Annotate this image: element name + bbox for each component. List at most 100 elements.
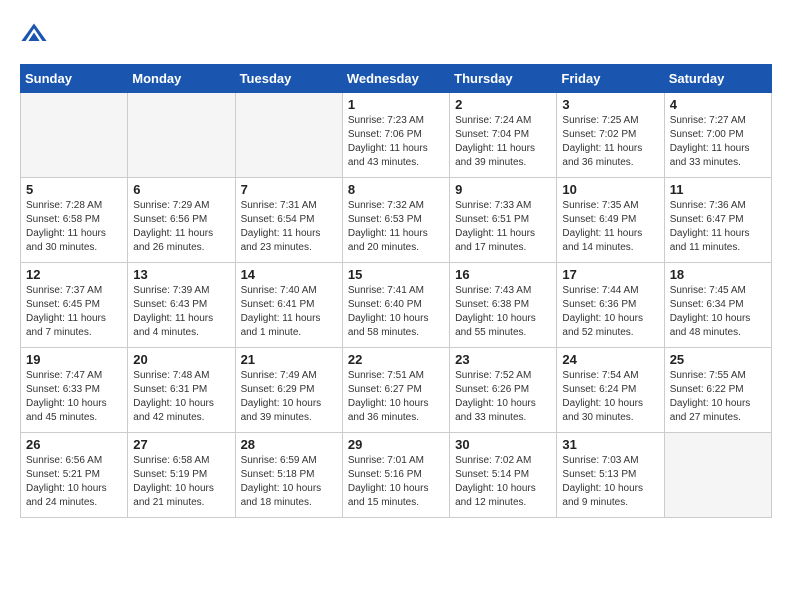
day-number: 14 [241,267,337,282]
calendar-header-thursday: Thursday [450,65,557,93]
calendar-cell: 23 Sunrise: 7:52 AMSunset: 6:26 PMDayligh… [450,348,557,433]
calendar-cell: 16 Sunrise: 7:43 AMSunset: 6:38 PMDayligh… [450,263,557,348]
day-number: 17 [562,267,658,282]
calendar-table: SundayMondayTuesdayWednesdayThursdayFrid… [20,64,772,518]
cell-info: Sunrise: 7:03 AMSunset: 5:13 PMDaylight:… [562,454,658,510]
day-number: 11 [670,182,766,197]
cell-info: Sunrise: 6:59 AMSunset: 5:18 PMDaylight:… [241,454,337,510]
calendar-cell: 27Sunrise: 6:58 AMSunset: 5:19 PMDayligh… [128,433,235,518]
day-number: 5 [26,182,122,197]
cell-info: Sunrise: 7:47 AMSunset: 6:33 PMDaylight:… [26,369,122,425]
calendar-cell: 7Sunrise: 7:31 AMSunset: 6:54 PMDaylight… [235,178,342,263]
cell-info: Sunrise: 7:52 AMSunset: 6:26 PMDaylight:… [455,369,551,425]
day-number: 26 [26,437,122,452]
day-number: 12 [26,267,122,282]
cell-info: Sunrise: 7:02 AMSunset: 5:14 PMDaylight:… [455,454,551,510]
cell-info: Sunrise: 7:37 AMSunset: 6:45 PMDaylight:… [26,284,122,340]
day-number: 29 [348,437,444,452]
day-number: 23 [455,352,551,367]
calendar-cell: 21 Sunrise: 7:49 AMSunset: 6:29 PMDayligh… [235,348,342,433]
logo [20,20,52,48]
calendar-cell: 25Sunrise: 7:55 AMSunset: 6:22 PMDayligh… [664,348,771,433]
calendar-header-saturday: Saturday [664,65,771,93]
page-header [20,20,772,48]
week-row-1: 5 Sunrise: 7:28 AMSunset: 6:58 PMDaylight… [21,178,772,263]
day-number: 2 [455,97,551,112]
calendar-cell: 2 Sunrise: 7:24 AMSunset: 7:04 PMDaylight… [450,93,557,178]
calendar-cell: 13Sunrise: 7:39 AMSunset: 6:43 PMDayligh… [128,263,235,348]
cell-info: Sunrise: 7:32 AMSunset: 6:53 PMDaylight:… [348,199,444,255]
calendar-cell: 8 Sunrise: 7:32 AMSunset: 6:53 PMDaylight… [342,178,449,263]
calendar-cell: 24Sunrise: 7:54 AMSunset: 6:24 PMDayligh… [557,348,664,433]
calendar-cell: 19 Sunrise: 7:47 AMSunset: 6:33 PMDayligh… [21,348,128,433]
calendar-cell: 4 Sunrise: 7:27 AMSunset: 7:00 PMDaylight… [664,93,771,178]
cell-info: Sunrise: 7:23 AMSunset: 7:06 PMDaylight:… [348,114,444,170]
week-row-0: 1 Sunrise: 7:23 AMSunset: 7:06 PMDaylight… [21,93,772,178]
cell-info: Sunrise: 7:01 AMSunset: 5:16 PMDaylight:… [348,454,444,510]
calendar-cell: 18 Sunrise: 7:45 AMSunset: 6:34 PMDayligh… [664,263,771,348]
cell-info: Sunrise: 7:41 AMSunset: 6:40 PMDaylight:… [348,284,444,340]
day-number: 24 [562,352,658,367]
calendar-cell: 11 Sunrise: 7:36 AMSunset: 6:47 PMDayligh… [664,178,771,263]
day-number: 30 [455,437,551,452]
day-number: 27 [133,437,229,452]
calendar-cell: 26 Sunrise: 6:56 AMSunset: 5:21 PMDayligh… [21,433,128,518]
cell-info: Sunrise: 7:28 AMSunset: 6:58 PMDaylight:… [26,199,122,255]
day-number: 21 [241,352,337,367]
cell-info: Sunrise: 7:27 AMSunset: 7:00 PMDaylight:… [670,114,766,170]
calendar-cell [664,433,771,518]
calendar-cell: 3Sunrise: 7:25 AMSunset: 7:02 PMDaylight… [557,93,664,178]
cell-info: Sunrise: 7:51 AMSunset: 6:27 PMDaylight:… [348,369,444,425]
calendar-cell: 31 Sunrise: 7:03 AMSunset: 5:13 PMDayligh… [557,433,664,518]
day-number: 18 [670,267,766,282]
day-number: 22 [348,352,444,367]
calendar-header-wednesday: Wednesday [342,65,449,93]
cell-info: Sunrise: 7:24 AMSunset: 7:04 PMDaylight:… [455,114,551,170]
week-row-3: 19 Sunrise: 7:47 AMSunset: 6:33 PMDayligh… [21,348,772,433]
calendar-cell: 17 Sunrise: 7:44 AMSunset: 6:36 PMDayligh… [557,263,664,348]
day-number: 10 [562,182,658,197]
day-number: 4 [670,97,766,112]
calendar-header-tuesday: Tuesday [235,65,342,93]
day-number: 31 [562,437,658,452]
calendar-cell: 1 Sunrise: 7:23 AMSunset: 7:06 PMDaylight… [342,93,449,178]
cell-info: Sunrise: 7:40 AMSunset: 6:41 PMDaylight:… [241,284,337,340]
calendar-cell [21,93,128,178]
cell-info: Sunrise: 7:44 AMSunset: 6:36 PMDaylight:… [562,284,658,340]
calendar-cell [235,93,342,178]
calendar-cell: 20 Sunrise: 7:48 AMSunset: 6:31 PMDayligh… [128,348,235,433]
calendar-header-monday: Monday [128,65,235,93]
calendar-cell: 29 Sunrise: 7:01 AMSunset: 5:16 PMDayligh… [342,433,449,518]
day-number: 28 [241,437,337,452]
cell-info: Sunrise: 7:25 AMSunset: 7:02 PMDaylight:… [562,114,658,170]
cell-info: Sunrise: 7:29 AMSunset: 6:56 PMDaylight:… [133,199,229,255]
calendar-cell: 28 Sunrise: 6:59 AMSunset: 5:18 PMDayligh… [235,433,342,518]
day-number: 7 [241,182,337,197]
cell-info: Sunrise: 7:45 AMSunset: 6:34 PMDaylight:… [670,284,766,340]
calendar-cell: 6 Sunrise: 7:29 AMSunset: 6:56 PMDaylight… [128,178,235,263]
calendar-cell: 15Sunrise: 7:41 AMSunset: 6:40 PMDayligh… [342,263,449,348]
day-number: 20 [133,352,229,367]
logo-icon [20,20,48,48]
cell-info: Sunrise: 6:56 AMSunset: 5:21 PMDaylight:… [26,454,122,510]
week-row-2: 12 Sunrise: 7:37 AMSunset: 6:45 PMDayligh… [21,263,772,348]
week-row-4: 26 Sunrise: 6:56 AMSunset: 5:21 PMDayligh… [21,433,772,518]
day-number: 1 [348,97,444,112]
day-number: 8 [348,182,444,197]
day-number: 25 [670,352,766,367]
calendar-cell: 5 Sunrise: 7:28 AMSunset: 6:58 PMDaylight… [21,178,128,263]
calendar-cell: 14 Sunrise: 7:40 AMSunset: 6:41 PMDayligh… [235,263,342,348]
cell-info: Sunrise: 7:33 AMSunset: 6:51 PMDaylight:… [455,199,551,255]
calendar-cell: 22 Sunrise: 7:51 AMSunset: 6:27 PMDayligh… [342,348,449,433]
cell-info: Sunrise: 7:43 AMSunset: 6:38 PMDaylight:… [455,284,551,340]
calendar-header-row: SundayMondayTuesdayWednesdayThursdayFrid… [21,65,772,93]
cell-info: Sunrise: 7:48 AMSunset: 6:31 PMDaylight:… [133,369,229,425]
day-number: 19 [26,352,122,367]
day-number: 6 [133,182,229,197]
cell-info: Sunrise: 7:36 AMSunset: 6:47 PMDaylight:… [670,199,766,255]
day-number: 16 [455,267,551,282]
cell-info: Sunrise: 7:35 AMSunset: 6:49 PMDaylight:… [562,199,658,255]
day-number: 13 [133,267,229,282]
cell-info: Sunrise: 7:49 AMSunset: 6:29 PMDaylight:… [241,369,337,425]
calendar-cell: 9Sunrise: 7:33 AMSunset: 6:51 PMDaylight… [450,178,557,263]
